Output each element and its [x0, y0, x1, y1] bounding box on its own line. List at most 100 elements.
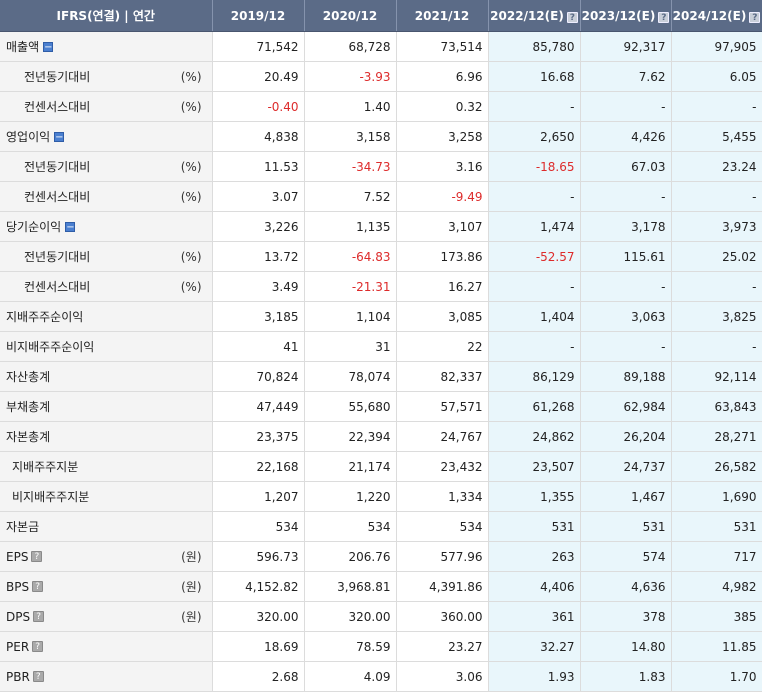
- value-cell: 63,843: [671, 391, 762, 422]
- value-cell: 1,334: [396, 481, 489, 512]
- value-cell: -: [488, 271, 581, 302]
- table-header-row: IFRS(연결) | 연간 2019/12 2020/12 2021/12 20…: [0, 0, 762, 32]
- row-label: 전년동기대비: [24, 242, 90, 271]
- row-unit: (%): [180, 249, 202, 264]
- table-row: 컨센서스대비 (%) 3.07 7.52 -9.49- - -: [0, 181, 762, 212]
- help-icon[interactable]: ?: [32, 671, 44, 682]
- row-label-cell: 자산총계: [0, 361, 213, 392]
- value-cell: 78.59: [304, 631, 397, 662]
- row-label-text: EPS: [6, 549, 29, 564]
- value-cell: 3,825: [671, 301, 762, 332]
- collapse-toggle-icon[interactable]: −: [54, 131, 65, 142]
- help-icon[interactable]: ?: [749, 11, 761, 23]
- column-header-estimate: 2023/12(E)?: [580, 0, 672, 32]
- row-label-cell: 비지배주주순이익: [0, 331, 213, 362]
- row-unit: (%): [180, 99, 202, 114]
- row-unit: (원): [181, 550, 202, 564]
- row-label-text: 매출액: [6, 40, 40, 54]
- value-cell: 534: [396, 511, 489, 542]
- value-cell: -: [488, 181, 581, 212]
- value-cell: 82,337: [396, 361, 489, 392]
- collapse-toggle-icon[interactable]: −: [65, 221, 76, 232]
- table-row: 자본총계 23,375 22,394 24,767 24,862 26,204 28,271: [0, 421, 762, 452]
- value-cell: 1,690: [671, 481, 762, 512]
- value-cell: 6.05: [671, 61, 762, 92]
- row-unit: (%): [180, 189, 202, 204]
- value-cell: 717: [671, 541, 762, 572]
- help-icon[interactable]: ?: [658, 11, 670, 23]
- value-cell: 61,268: [488, 391, 581, 422]
- row-label: 매출액 −: [6, 32, 54, 61]
- value-cell: -34.73: [304, 151, 397, 182]
- row-label-text: 자본금: [6, 520, 40, 534]
- value-cell: -: [671, 331, 762, 362]
- table-title: IFRS(연결) | 연간: [0, 0, 213, 32]
- value-cell: 23,507: [488, 451, 581, 482]
- value-cell: 1,355: [488, 481, 581, 512]
- value-cell: 1,207: [212, 481, 305, 512]
- value-cell: 28,271: [671, 421, 762, 452]
- value-cell: 3.06: [396, 661, 489, 692]
- row-label-cell: DPS? (원): [0, 601, 213, 632]
- help-icon[interactable]: ?: [32, 641, 44, 652]
- value-cell: -: [671, 181, 762, 212]
- value-cell: 1,474: [488, 211, 581, 242]
- value-cell: 23.27: [396, 631, 489, 662]
- row-label-cell: 매출액 −: [0, 31, 213, 62]
- value-cell: -: [671, 271, 762, 302]
- row-label: BPS?: [6, 572, 44, 601]
- row-label-cell: 자본금: [0, 511, 213, 542]
- row-label: PER?: [6, 632, 44, 661]
- table-row: 자산총계 70,824 78,074 82,337 86,129 89,188 92,114: [0, 361, 762, 392]
- row-unit: (%): [180, 279, 202, 294]
- value-cell: 24,767: [396, 421, 489, 452]
- help-icon[interactable]: ?: [31, 551, 43, 562]
- row-label-cell: 전년동기대비 (%): [0, 61, 213, 92]
- row-label-text: 전년동기대비: [24, 250, 91, 264]
- table-row: 자본금 534 534 534 531 531 531: [0, 511, 762, 542]
- value-cell: 14.80: [580, 631, 672, 662]
- value-cell: 22,394: [304, 421, 397, 452]
- table-row: 부채총계 47,449 55,680 57,571 61,268 62,984 63,843: [0, 391, 762, 422]
- value-cell: 1,135: [304, 211, 397, 242]
- value-cell: 22: [396, 331, 489, 362]
- value-cell: 57,571: [396, 391, 489, 422]
- row-label-cell: 자본총계: [0, 421, 213, 452]
- value-cell: 4,636: [580, 571, 672, 602]
- value-cell: 115.61: [580, 241, 672, 272]
- value-cell: 3,085: [396, 301, 489, 332]
- value-cell: 3,185: [212, 301, 305, 332]
- value-cell: 16.68: [488, 61, 581, 92]
- row-label-cell: PER?: [0, 631, 213, 662]
- row-label: EPS?: [6, 542, 43, 571]
- help-icon[interactable]: ?: [33, 611, 45, 622]
- help-icon[interactable]: ?: [32, 581, 44, 592]
- column-header: 2020/12: [304, 0, 397, 32]
- row-label-cell: PBR?: [0, 661, 213, 692]
- table-row: 당기순이익 − 3,226 1,135 3,107 1,474 3,178 3,973: [0, 211, 762, 242]
- row-label-text: 당기순이익: [6, 220, 62, 234]
- value-cell: 360.00: [396, 601, 489, 632]
- value-cell: 3.49: [212, 271, 305, 302]
- table-row: 영업이익 − 4,838 3,158 3,258 2,650 4,426 5,455: [0, 121, 762, 152]
- value-cell: 1.93: [488, 661, 581, 692]
- value-cell: -21.31: [304, 271, 397, 302]
- table-row: PBR? 2.68 4.09 3.06 1.93 1.83 1.70: [0, 661, 762, 692]
- value-cell: 385: [671, 601, 762, 632]
- value-cell: 1,220: [304, 481, 397, 512]
- value-cell: 71,542: [212, 31, 305, 62]
- value-cell: 24,862: [488, 421, 581, 452]
- value-cell: -: [580, 271, 672, 302]
- value-cell: -9.49: [396, 181, 489, 212]
- help-icon[interactable]: ?: [566, 11, 578, 23]
- table-row: 컨센서스대비 (%) 3.49 -21.31 16.27- - -: [0, 271, 762, 302]
- value-cell: 378: [580, 601, 672, 632]
- value-cell: 31: [304, 331, 397, 362]
- value-cell: 1,104: [304, 301, 397, 332]
- collapse-toggle-icon[interactable]: −: [43, 41, 54, 52]
- value-cell: 89,188: [580, 361, 672, 392]
- value-cell: 67.03: [580, 151, 672, 182]
- value-cell: 3,973: [671, 211, 762, 242]
- value-cell: 16.27: [396, 271, 489, 302]
- row-label: 컨센서스대비: [24, 182, 90, 211]
